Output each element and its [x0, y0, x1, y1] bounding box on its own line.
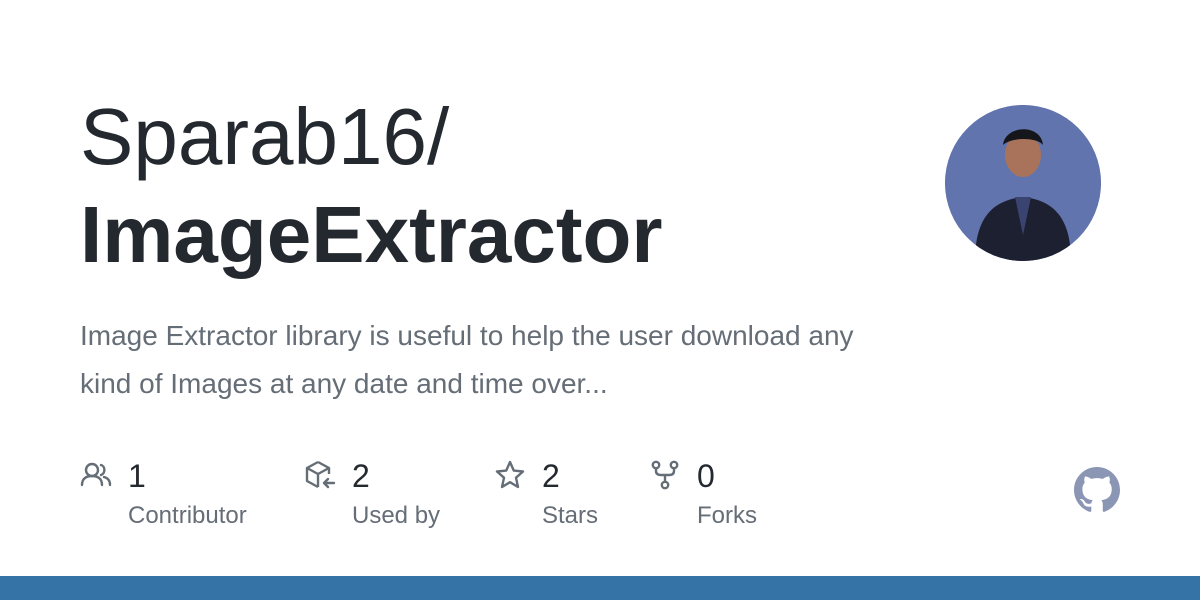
repo-forked-icon [651, 460, 679, 490]
star-icon [495, 460, 525, 489]
language-bar [0, 576, 1200, 600]
package-dependents-icon [305, 460, 336, 489]
stat-value: 2 [352, 458, 370, 494]
stat-label: Contributor [128, 502, 247, 529]
stat-value: 2 [542, 458, 560, 494]
stat-label: Forks [697, 502, 757, 529]
stat-value: 0 [697, 458, 715, 494]
repo-name[interactable]: ImageExtractor [80, 190, 662, 280]
github-logo-icon[interactable] [1074, 467, 1120, 513]
repo-owner[interactable]: Sparab16/ [80, 92, 449, 182]
owner-avatar[interactable] [945, 105, 1101, 261]
stat-label: Used by [352, 502, 441, 529]
stat-label: Stars [542, 502, 599, 529]
people-icon [80, 462, 112, 487]
stat-value: 1 [128, 458, 146, 494]
repo-description: Image Extractor library is useful to hel… [80, 320, 854, 399]
